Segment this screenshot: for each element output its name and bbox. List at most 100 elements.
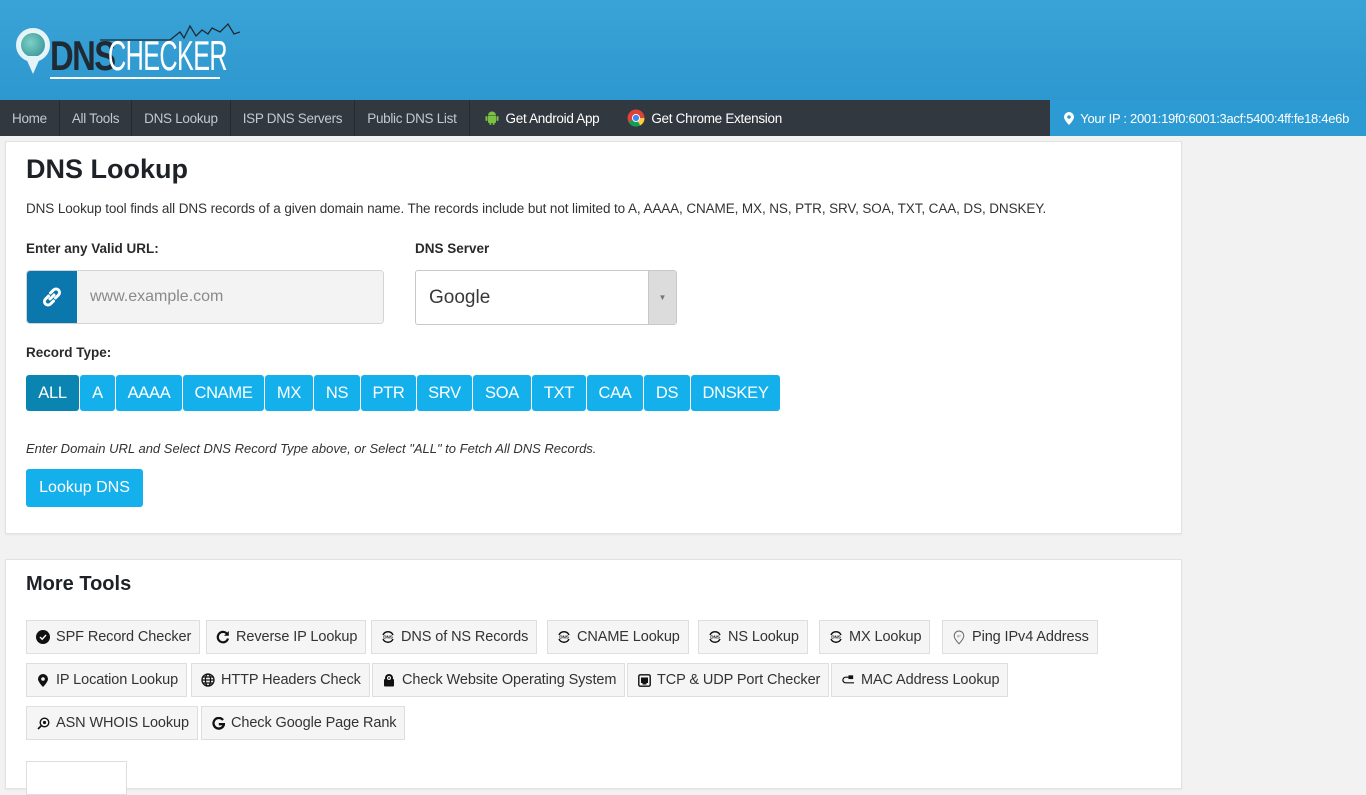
- logo-text-dns: DNS: [50, 32, 116, 79]
- link-icon: [27, 271, 77, 323]
- record-type-all[interactable]: ALL: [26, 375, 79, 411]
- tool-ip-location-lookup[interactable]: IP Location Lookup: [26, 663, 188, 697]
- dns-icon: DNS: [557, 630, 571, 644]
- tool-label: MX Lookup: [849, 629, 922, 645]
- url-input[interactable]: [77, 271, 383, 323]
- ip-marker-icon: IP: [952, 629, 966, 645]
- map-marker-icon: [1064, 111, 1075, 125]
- nav-label: Get Chrome Extension: [651, 110, 782, 126]
- main-nav: Home All Tools DNS Lookup ISP DNS Server…: [0, 100, 1366, 136]
- record-type-ptr[interactable]: PTR: [361, 375, 416, 411]
- nav-label: Public DNS List: [367, 110, 457, 126]
- tool-reverse-ip-lookup[interactable]: Reverse IP Lookup: [206, 620, 367, 654]
- tool-label: Reverse IP Lookup: [236, 629, 358, 645]
- record-type-cname[interactable]: CNAME: [183, 375, 264, 411]
- svg-text:DNS: DNS: [383, 635, 392, 640]
- dns-icon: DNS: [829, 630, 843, 644]
- nav-public-dns-list[interactable]: Public DNS List: [355, 100, 470, 136]
- check-circle-icon: [36, 630, 50, 644]
- nav-dns-lookup[interactable]: DNS Lookup: [132, 100, 231, 136]
- dns-server-label: DNS Server: [415, 241, 490, 256]
- nav-isp-dns-servers[interactable]: ISP DNS Servers: [231, 100, 356, 136]
- tool-dns-of-ns-records[interactable]: DNS DNS of NS Records: [371, 620, 538, 654]
- dns-server-select[interactable]: Google ▼: [415, 270, 677, 325]
- lookup-hint: Enter Domain URL and Select DNS Record T…: [26, 441, 597, 456]
- tool-label: IP Location Lookup: [56, 672, 179, 688]
- tool-label: HTTP Headers Check: [221, 672, 361, 688]
- record-type-srv[interactable]: SRV: [417, 375, 472, 411]
- record-type-dnskey[interactable]: DNSKEY: [691, 375, 780, 411]
- your-ip-text: Your IP : 2001:19f0:6001:3acf:5400:4ff:f…: [1080, 110, 1349, 126]
- svg-text:IP: IP: [957, 634, 961, 638]
- record-type-soa[interactable]: SOA: [473, 375, 531, 411]
- tool-ns-lookup[interactable]: DNS NS Lookup: [698, 620, 808, 654]
- nav-all-tools[interactable]: All Tools: [60, 100, 133, 136]
- os-icon: [382, 673, 396, 687]
- tool-http-headers-check[interactable]: HTTP Headers Check: [191, 663, 370, 697]
- tool-asn-whois-lookup[interactable]: ASN WHOIS Lookup: [26, 706, 198, 740]
- tool-mx-lookup[interactable]: DNS MX Lookup: [819, 620, 931, 654]
- google-icon: [211, 716, 225, 730]
- dnschecker-logo[interactable]: DNS CHECKER: [16, 22, 240, 79]
- record-type-a[interactable]: A: [80, 375, 115, 411]
- tool-ping-ipv4-address[interactable]: IP Ping IPv4 Address: [942, 620, 1098, 654]
- dns-server-value: Google: [429, 286, 491, 308]
- tool-label: DNS of NS Records: [401, 629, 529, 645]
- android-icon: [484, 110, 500, 126]
- tool-label: TCP & UDP Port Checker: [657, 672, 821, 688]
- lookup-dns-button[interactable]: Lookup DNS: [26, 469, 143, 507]
- record-type-mx[interactable]: MX: [265, 375, 313, 411]
- tool-partial-item[interactable]: [26, 761, 127, 795]
- tool-label: Ping IPv4 Address: [972, 629, 1089, 645]
- chevron-down-icon[interactable]: ▼: [648, 271, 676, 324]
- url-input-group: [26, 270, 384, 324]
- dns-icon: DNS: [381, 630, 395, 644]
- record-type-txt[interactable]: TXT: [532, 375, 586, 411]
- tool-label: Check Website Operating System: [402, 672, 617, 688]
- tool-label: Check Google Page Rank: [231, 715, 397, 731]
- nav-android-app[interactable]: Get Android App: [470, 100, 614, 136]
- page-title: DNS Lookup: [26, 154, 188, 184]
- tool-label: SPF Record Checker: [56, 629, 192, 645]
- nav-label: Get Android App: [505, 110, 600, 126]
- tool-label: ASN WHOIS Lookup: [56, 715, 189, 731]
- tool-label: NS Lookup: [728, 629, 799, 645]
- tool-cname-lookup[interactable]: DNS CNAME Lookup: [547, 620, 689, 654]
- svg-text:DNS: DNS: [559, 635, 568, 640]
- nav-home[interactable]: Home: [0, 100, 60, 136]
- nav-label: All Tools: [71, 110, 120, 126]
- tool-check-google-page-rank[interactable]: Check Google Page Rank: [201, 706, 406, 740]
- globe-pin-icon: [16, 28, 50, 76]
- cable-icon: [841, 674, 855, 686]
- dns-icon: DNS: [708, 630, 722, 644]
- tool-tcp-udp-port-checker[interactable]: TCP & UDP Port Checker: [627, 663, 830, 697]
- record-type-label: Record Type:: [26, 345, 112, 360]
- tool-check-website-os[interactable]: Check Website Operating System: [372, 663, 626, 697]
- nav-chrome-extension[interactable]: Get Chrome Extension: [613, 100, 796, 136]
- svg-text:DNS: DNS: [831, 635, 840, 640]
- tool-label: CNAME Lookup: [577, 629, 680, 645]
- record-type-caa[interactable]: CAA: [587, 375, 643, 411]
- record-type-ds[interactable]: DS: [644, 375, 690, 411]
- dns-lookup-card: DNS Lookup DNS Lookup tool finds all DNS…: [5, 141, 1182, 534]
- record-type-ns[interactable]: NS: [314, 375, 360, 411]
- page-description: DNS Lookup tool finds all DNS records of…: [26, 201, 1047, 216]
- more-tools-card: More Tools SPF Record Checker Reverse IP…: [5, 559, 1182, 795]
- your-ip-display: Your IP : 2001:19f0:6001:3acf:5400:4ff:f…: [1050, 100, 1366, 136]
- port-icon: [637, 673, 651, 687]
- nav-label: Home: [12, 110, 47, 126]
- site-header: DNS CHECKER: [0, 0, 1366, 100]
- tool-label: MAC Address Lookup: [861, 672, 1000, 688]
- globe-icon: [201, 673, 215, 687]
- chrome-icon: [627, 109, 645, 127]
- map-marker-icon: [36, 673, 50, 687]
- tool-mac-address-lookup[interactable]: MAC Address Lookup: [831, 663, 1009, 697]
- refresh-icon: [216, 630, 230, 644]
- url-label: Enter any Valid URL:: [26, 241, 159, 256]
- search-icon: [36, 716, 50, 730]
- record-type-group: ALL A AAAA CNAME MX NS PTR SRV SOA TXT C…: [26, 375, 780, 411]
- nav-label: ISP DNS Servers: [242, 110, 343, 126]
- tool-spf-record-checker[interactable]: SPF Record Checker: [26, 620, 201, 654]
- logo-text-checker: CHECKER: [108, 32, 228, 79]
- record-type-aaaa[interactable]: AAAA: [116, 375, 182, 411]
